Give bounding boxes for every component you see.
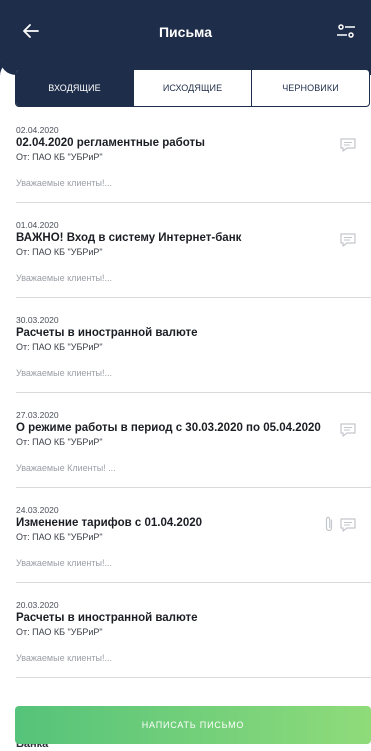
app-header: Письма — [0, 0, 371, 75]
message-item[interactable]: 02.04.2020 02.04.2020 регламентные работ… — [0, 116, 371, 211]
message-icon — [340, 423, 356, 437]
message-item[interactable]: 27.03.2020 О режиме работы в период с 30… — [0, 401, 371, 496]
message-title: 02.04.2020 регламентные работы — [16, 137, 205, 149]
message-icon — [340, 518, 356, 532]
divider — [16, 487, 371, 488]
message-item[interactable]: 20.03.2020 Расчеты в иностранной валюте … — [0, 591, 371, 686]
message-title: Расчеты в иностранной валюте — [16, 612, 198, 624]
divider — [16, 392, 371, 393]
tab-inbox[interactable]: ВХОДЯЩИЕ — [16, 70, 133, 106]
message-icon — [340, 138, 356, 152]
message-date: 02.04.2020 — [16, 125, 59, 135]
divider — [16, 202, 371, 203]
divider — [16, 582, 371, 583]
message-sender: От: ПАО КБ "УБРиР" — [16, 437, 103, 447]
paperclip-icon — [325, 516, 333, 532]
message-title: Изменение тарифов с 01.04.2020 — [16, 517, 203, 529]
message-preview: Уважаемые клиенты!... — [16, 368, 112, 378]
mail-tabs: ВХОДЯЩИЕ ИСХОДЯЩИЕ ЧЕРНОВИКИ — [15, 69, 370, 107]
message-list: 02.04.2020 02.04.2020 регламентные работ… — [0, 116, 371, 686]
divider — [16, 297, 371, 298]
message-preview: Уважаемые клиенты!... — [16, 273, 112, 283]
message-preview: Уважаемые клиенты!... — [16, 558, 112, 568]
write-letter-button[interactable]: НАПИСАТЬ ПИСЬМО — [15, 706, 371, 744]
message-item[interactable]: 30.03.2020 Расчеты в иностранной валюте … — [0, 306, 371, 401]
message-title: Расчеты в иностранной валюте — [16, 327, 198, 339]
message-item[interactable]: 24.03.2020 Изменение тарифов с 01.04.202… — [0, 496, 371, 591]
message-title: О режиме работы в период с 30.03.2020 по… — [16, 422, 321, 434]
message-date: 20.03.2020 — [16, 600, 59, 610]
message-title: ВАЖНО! Вход в систему Интернет-банк — [16, 232, 242, 244]
message-date: 01.04.2020 — [16, 220, 59, 230]
message-icon — [340, 233, 356, 247]
message-sender: От: ПАО КБ "УБРиР" — [16, 627, 103, 637]
message-sender: От: ПАО КБ "УБРиР" — [16, 152, 103, 162]
message-preview: Уважаемые Клиенты! ... — [16, 463, 116, 473]
message-sender: От: ПАО КБ "УБРиР" — [16, 247, 103, 257]
page-title: Письма — [158, 24, 213, 40]
divider — [16, 677, 371, 678]
message-item[interactable]: 01.04.2020 ВАЖНО! Вход в систему Интерне… — [0, 211, 371, 306]
tab-drafts[interactable]: ЧЕРНОВИКИ — [251, 70, 369, 106]
message-preview: Уважаемые клиенты!... — [16, 178, 112, 188]
message-preview: Уважаемые клиенты!... — [16, 653, 112, 663]
message-sender: От: ПАО КБ "УБРиР" — [16, 342, 103, 352]
filter-icon[interactable] — [335, 20, 357, 42]
message-date: 30.03.2020 — [16, 315, 59, 325]
message-date: 27.03.2020 — [16, 410, 59, 420]
tab-outbox[interactable]: ИСХОДЯЩИЕ — [133, 70, 251, 106]
message-date: 24.03.2020 — [16, 505, 59, 515]
message-sender: От: ПАО КБ "УБРиР" — [16, 532, 103, 542]
